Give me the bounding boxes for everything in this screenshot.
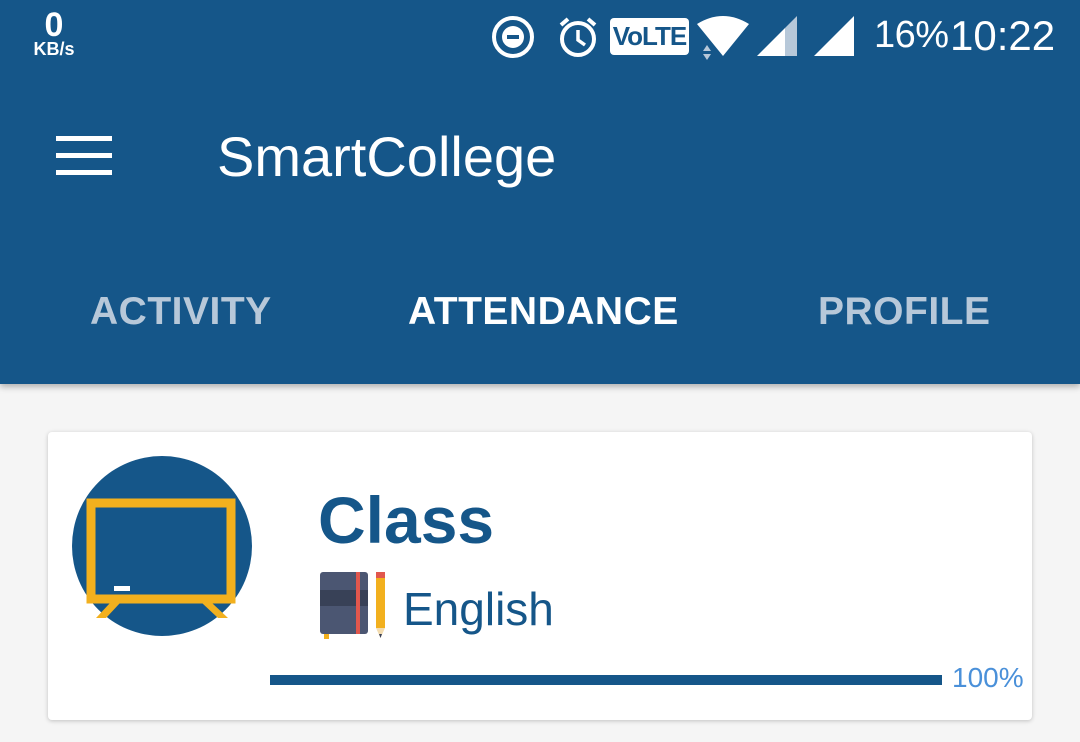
network-speed-value: 0 bbox=[44, 6, 64, 44]
attendance-progress-bar bbox=[270, 675, 942, 685]
wifi-icon bbox=[697, 16, 749, 60]
attendance-progress-fill bbox=[270, 675, 942, 685]
card-title: Class bbox=[318, 483, 495, 557]
app-title: SmartCollege bbox=[217, 125, 557, 188]
hamburger-menu-icon[interactable] bbox=[56, 136, 112, 176]
dnd-icon bbox=[492, 16, 534, 58]
network-speed-indicator: 0 KB/s bbox=[26, 8, 82, 58]
tab-attendance[interactable]: ATTENDANCE bbox=[408, 290, 679, 334]
network-speed-unit: KB/s bbox=[33, 39, 75, 59]
status-bar: 0 KB/s VoLTE 16% 10:22 bbox=[0, 0, 1080, 78]
alarm-icon bbox=[559, 17, 597, 57]
app-bar: 0 KB/s VoLTE 16% 10:22 SmartCollege ACTI… bbox=[0, 0, 1080, 384]
signal-icon bbox=[814, 16, 854, 56]
subject-name: English bbox=[403, 583, 554, 635]
battery-level: 16% bbox=[874, 14, 949, 56]
volte-icon: VoLTE bbox=[610, 18, 689, 55]
notebook-pencil-icon bbox=[320, 572, 385, 639]
attendance-card[interactable]: Class English 100% bbox=[48, 432, 1032, 720]
tab-profile[interactable]: PROFILE bbox=[818, 290, 991, 334]
status-time: 10:22 bbox=[950, 12, 1056, 59]
tab-activity[interactable]: ACTIVITY bbox=[90, 290, 272, 334]
signal-icon bbox=[757, 16, 797, 56]
chalkboard-icon bbox=[72, 456, 252, 636]
attendance-percentage: 100% bbox=[952, 662, 1024, 693]
